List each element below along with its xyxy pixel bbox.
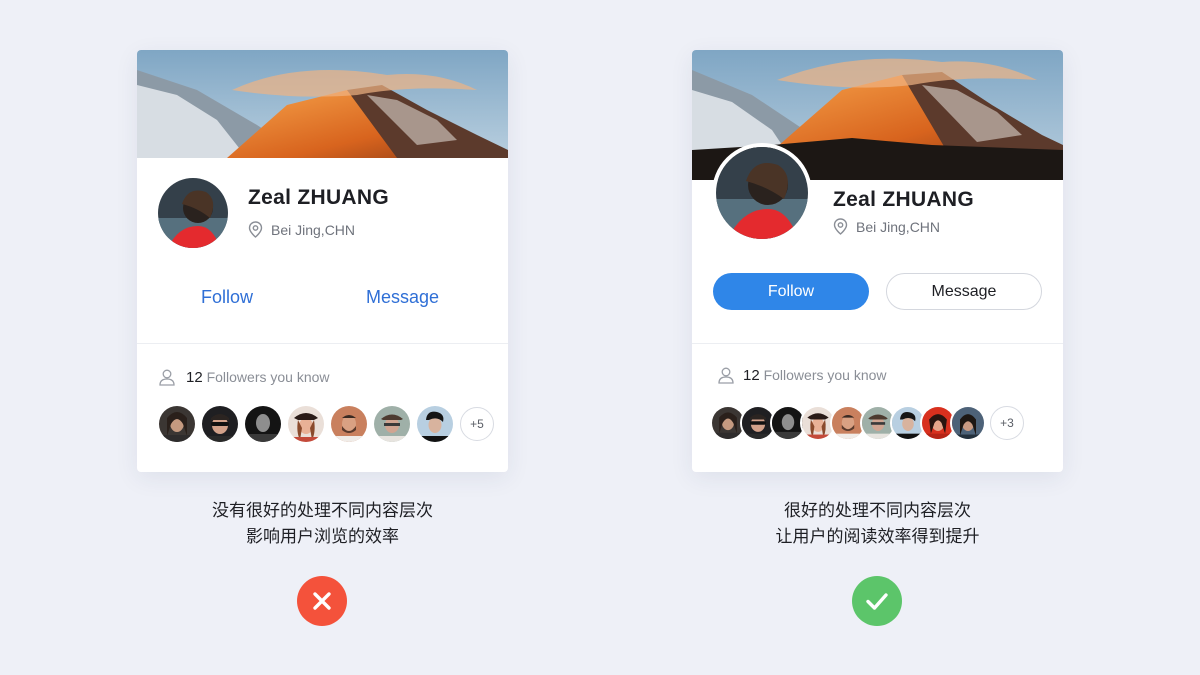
location-pin-icon <box>248 221 263 238</box>
location-text: Bei Jing,CHN <box>271 221 356 238</box>
message-button[interactable]: Message <box>366 287 439 308</box>
location-pin-icon <box>833 218 848 235</box>
follower-avatar[interactable] <box>417 406 453 442</box>
divider <box>137 343 508 344</box>
location-text: Bei Jing,CHN <box>856 218 941 235</box>
follower-avatar[interactable] <box>288 406 324 442</box>
caption-bad-example: 没有很好的处理不同内容层次 影响用户浏览的效率 <box>137 498 508 550</box>
location: Bei Jing,CHN <box>248 221 355 238</box>
followers-summary: 12 Followers you know <box>717 366 887 384</box>
followers-summary: 12 Followers you know <box>158 368 330 386</box>
follower-avatar[interactable] <box>331 406 367 442</box>
follower-avatar[interactable] <box>159 406 195 442</box>
profile-name: Zeal ZHUANG <box>833 188 974 211</box>
more-followers-button[interactable]: +3 <box>990 406 1024 440</box>
follower-avatar[interactable] <box>374 406 410 442</box>
divider <box>692 343 1063 344</box>
follower-avatar[interactable] <box>202 406 238 442</box>
caption-good-example: 很好的处理不同内容层次 让用户的阅读效率得到提升 <box>692 498 1063 550</box>
cross-icon <box>297 576 347 626</box>
caption-line: 让用户的阅读效率得到提升 <box>775 527 980 547</box>
follow-button[interactable]: Follow <box>201 287 253 308</box>
avatar <box>158 178 228 248</box>
follower-avatar[interactable] <box>950 405 986 441</box>
user-outline-icon <box>717 366 735 384</box>
caption-line: 很好的处理不同内容层次 <box>784 501 971 521</box>
follower-avatars: +5 <box>159 406 494 442</box>
check-icon <box>852 576 902 626</box>
followers-count: 12 <box>743 366 760 384</box>
message-button[interactable]: Message <box>886 273 1042 310</box>
followers-count: 12 <box>186 368 203 386</box>
profile-name: Zeal ZHUANG <box>248 186 389 209</box>
user-outline-icon <box>158 368 176 386</box>
avatar <box>712 143 812 243</box>
caption-line: 影响用户浏览的效率 <box>246 527 399 547</box>
caption-line: 没有很好的处理不同内容层次 <box>212 501 433 521</box>
followers-text: Followers you know <box>763 366 887 383</box>
follower-avatars: +3 <box>710 405 1024 441</box>
follower-avatar[interactable] <box>245 406 281 442</box>
follow-button[interactable]: Follow <box>713 273 869 310</box>
profile-card-bad-example: Zeal ZHUANG Bei Jing,CHN Follow Message … <box>137 50 508 472</box>
followers-text: Followers you know <box>206 368 330 385</box>
more-followers-button[interactable]: +5 <box>460 407 494 441</box>
cover-image <box>137 50 508 158</box>
location: Bei Jing,CHN <box>833 218 940 235</box>
profile-card-good-example: Zeal ZHUANG Bei Jing,CHN Follow Message … <box>692 50 1063 472</box>
